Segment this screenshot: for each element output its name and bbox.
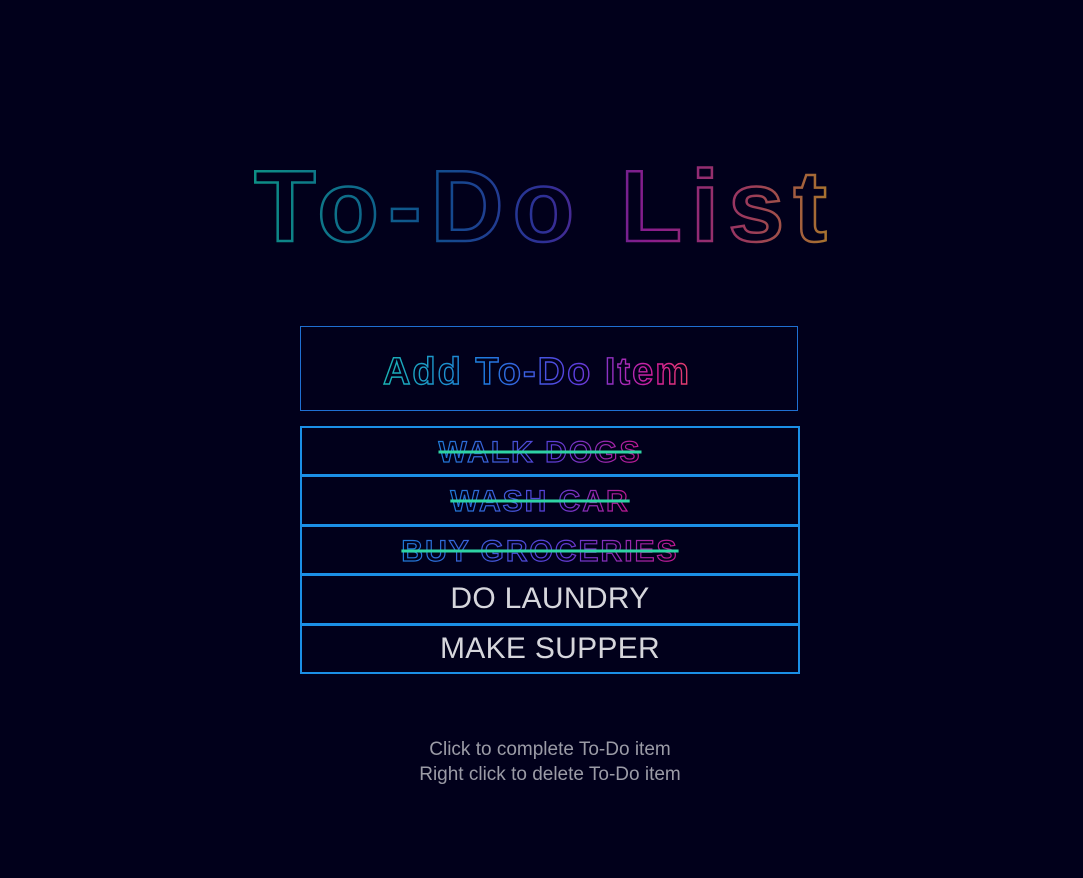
todo-item-completed-label: WALK DOGS: [438, 435, 642, 470]
add-todo-placeholder: Add To-Do Item: [382, 350, 691, 393]
add-todo-input[interactable]: Add To-Do Item: [300, 326, 798, 411]
todo-item-completed-label: WASH CAR: [450, 485, 630, 519]
add-todo-placeholder-text: Add To-Do Item: [383, 351, 691, 393]
page-title-text: To-Do List: [254, 151, 836, 260]
help-delete-text: Right click to delete To-Do item: [419, 764, 681, 785]
todo-item-completed-label: BUY GROCERIES: [401, 534, 679, 568]
todo-item-text: DO LAUNDRY: [450, 582, 650, 616]
page-title: To-Do List: [253, 150, 836, 260]
todo-list: WALK DOGS WASH CAR BUY GROCERIES DO LAUNDRY…: [300, 426, 800, 674]
todo-item[interactable]: WALK DOGS: [300, 426, 800, 477]
help-complete-text: Click to complete To-Do item: [429, 739, 671, 760]
todo-item[interactable]: MAKE SUPPER: [300, 623, 800, 674]
todo-item-text: MAKE SUPPER: [439, 631, 661, 665]
todo-item[interactable]: WASH CAR: [300, 475, 800, 526]
todo-app: To-Do List Add To-Do Item WALK DOGS WASH …: [0, 0, 1083, 878]
todo-item[interactable]: DO LAUNDRY: [300, 574, 800, 625]
todo-item[interactable]: BUY GROCERIES: [300, 524, 800, 576]
